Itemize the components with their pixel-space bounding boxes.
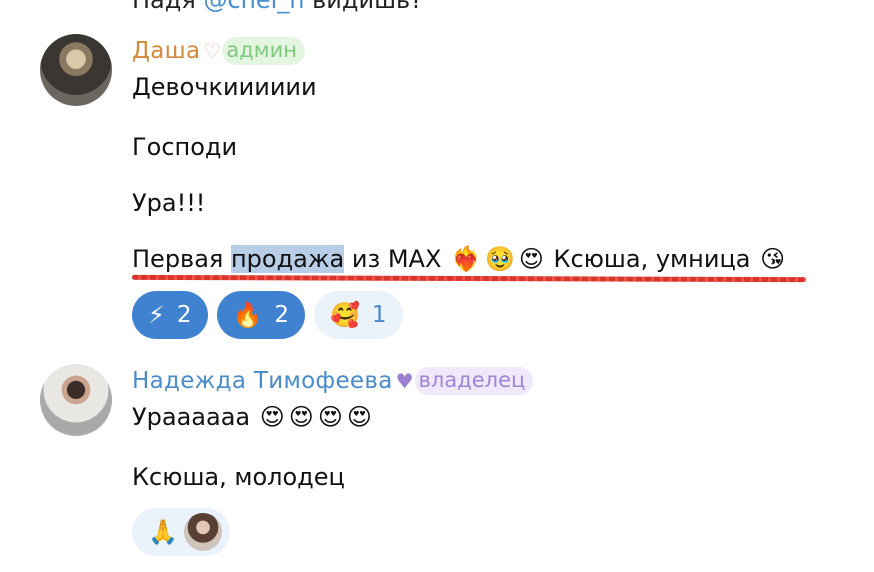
pink-heart-icon: ♡ — [203, 39, 222, 63]
reactor-avatar — [183, 513, 222, 551]
folded-hands-icon: 🙏 — [148, 518, 178, 546]
author-name[interactable]: Даша — [132, 38, 200, 64]
selected-text[interactable]: продажа — [230, 245, 345, 273]
message-header: Даша ♡ админ — [132, 36, 305, 66]
message-line-highlighted: Первая продажа из MAX ❤️‍🔥 🥹 😍 Ксюша, умни… — [132, 244, 787, 274]
reaction-pray[interactable]: 🙏 — [132, 508, 230, 556]
reactions-bar: 🙏 — [132, 508, 230, 556]
prev-suffix: видишь? — [312, 0, 423, 14]
reactions-bar: ⚡ 2 🔥 2 🥰 1 — [132, 291, 403, 339]
heart-eyes-emoji: 😍 — [288, 403, 314, 431]
smiling-hearts-icon: 🥰 — [330, 301, 360, 329]
red-underline — [131, 274, 807, 283]
author-name[interactable]: Надежда Тимофеева — [132, 368, 393, 394]
kiss-emoji: 😘 — [760, 245, 786, 273]
text-segment: Первая — [132, 245, 231, 273]
reaction-count: 2 — [274, 302, 290, 328]
text-segment: Ураааааа — [132, 403, 251, 431]
purple-heart-icon: ♥ — [395, 369, 414, 393]
mention-link[interactable]: @chel_n — [203, 0, 304, 14]
reaction-lightning[interactable]: ⚡ 2 — [132, 291, 208, 339]
fire-icon: 🔥 — [232, 301, 263, 329]
message-line: Ксюша, молодец — [132, 463, 345, 491]
message-line: Ураааааа 😍 😍 😍 😍 — [132, 402, 374, 432]
heart-on-fire-emoji: ❤️‍🔥 — [451, 245, 481, 273]
message-header: Надежда Тимофеева ♥ владелец — [132, 366, 534, 396]
prev-prefix: Надя — [132, 0, 196, 14]
message-line: Девочкииииии — [132, 73, 317, 101]
role-badge: владелец — [414, 367, 534, 395]
heart-eyes-emoji: 😍 — [317, 403, 343, 431]
lightning-icon: ⚡ — [148, 301, 165, 329]
reaction-count: 2 — [176, 302, 192, 328]
previous-message-text: Надя @chel_n видишь? — [132, 0, 423, 14]
avatar-dasha[interactable] — [40, 34, 112, 106]
avatar-nadezhda[interactable] — [40, 364, 112, 436]
heart-eyes-emoji: 😍 — [259, 403, 285, 431]
pleading-face-emoji: 🥹 — [484, 245, 515, 273]
text-segment: из MAX — [344, 245, 442, 273]
message-line: Господи — [132, 133, 238, 161]
reaction-smiling-hearts[interactable]: 🥰 1 — [314, 291, 403, 339]
role-badge: админ — [222, 37, 305, 65]
message-line: Ура!!! — [132, 189, 206, 217]
heart-eyes-emoji: 😍 — [518, 245, 544, 273]
heart-eyes-emoji: 😍 — [346, 403, 372, 431]
reaction-count: 1 — [371, 302, 387, 328]
reaction-fire[interactable]: 🔥 2 — [216, 291, 306, 339]
text-segment: Ксюша, умница — [545, 245, 759, 273]
